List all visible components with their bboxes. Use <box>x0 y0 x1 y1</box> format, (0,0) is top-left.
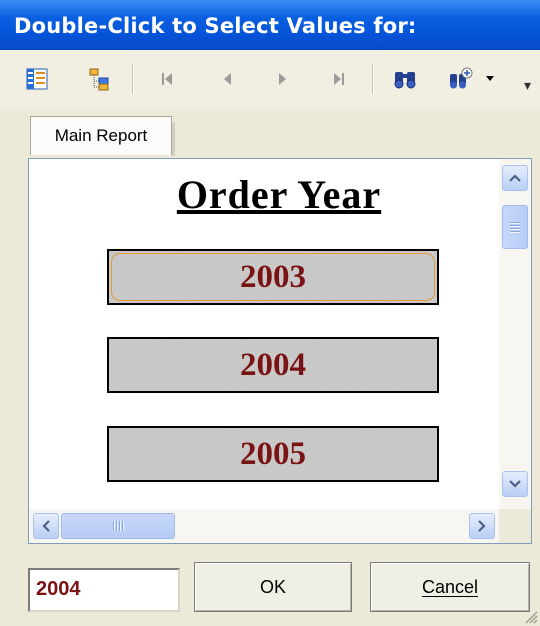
focus-ring <box>111 253 435 301</box>
vertical-scroll-thumb[interactable] <box>502 205 528 249</box>
zoom-icon[interactable] <box>446 64 476 94</box>
horizontal-scrollbar[interactable] <box>29 509 499 543</box>
resize-grip-icon[interactable] <box>522 608 538 624</box>
search-icon[interactable] <box>390 64 420 94</box>
select-values-dialog: Double-Click to Select Values for: ▾ Mai… <box>0 0 540 626</box>
next-page-icon[interactable] <box>268 64 298 94</box>
report-page: Order Year 2003 2004 2005 <box>29 159 499 509</box>
report-heading: Order Year <box>176 172 382 217</box>
vertical-scrollbar[interactable] <box>499 159 531 509</box>
dialog-footer: 2004 OK Cancel <box>0 546 540 626</box>
toggle-tree-icon[interactable] <box>22 64 52 94</box>
toolbar-separator <box>372 64 374 94</box>
previous-page-icon[interactable] <box>212 64 242 94</box>
report-viewer: Order Year 2003 2004 2005 <box>28 158 532 544</box>
year-option[interactable]: 2004 <box>107 337 439 393</box>
window-title: Double-Click to Select Values for: <box>14 14 417 38</box>
toolbar-separator <box>132 64 134 94</box>
year-label: 2005 <box>240 435 306 472</box>
scroll-right-button[interactable] <box>469 513 495 539</box>
chevron-up-icon <box>509 174 521 182</box>
ok-button[interactable]: OK <box>194 562 352 612</box>
scrollbar-corner <box>499 509 531 543</box>
horizontal-scroll-thumb[interactable] <box>61 513 175 539</box>
cancel-button-label: Cancel <box>421 576 479 597</box>
group-tree-icon[interactable] <box>84 64 114 94</box>
report-toolbar: ▾ <box>0 50 540 109</box>
chevron-left-icon <box>42 520 50 532</box>
chevron-down-icon <box>509 480 521 488</box>
year-label: 2004 <box>240 346 306 383</box>
scroll-up-button[interactable] <box>502 165 528 191</box>
year-option[interactable]: 2003 <box>107 249 439 305</box>
cancel-button[interactable]: Cancel <box>370 562 530 612</box>
tab-strip: Main Report <box>0 108 540 156</box>
title-bar[interactable]: Double-Click to Select Values for: <box>0 0 540 50</box>
tab-main-report[interactable]: Main Report <box>30 116 172 155</box>
scroll-down-button[interactable] <box>502 471 528 497</box>
tab-shadow <box>172 122 175 156</box>
first-page-icon[interactable] <box>152 64 182 94</box>
zoom-dropdown-arrow-icon[interactable] <box>482 64 498 94</box>
year-option[interactable]: 2005 <box>107 426 439 482</box>
chevron-right-icon <box>478 520 486 532</box>
scroll-left-button[interactable] <box>33 513 59 539</box>
toolbar-overflow-icon[interactable]: ▾ <box>524 78 531 94</box>
last-page-icon[interactable] <box>324 64 354 94</box>
selected-value-field[interactable]: 2004 <box>28 568 180 612</box>
